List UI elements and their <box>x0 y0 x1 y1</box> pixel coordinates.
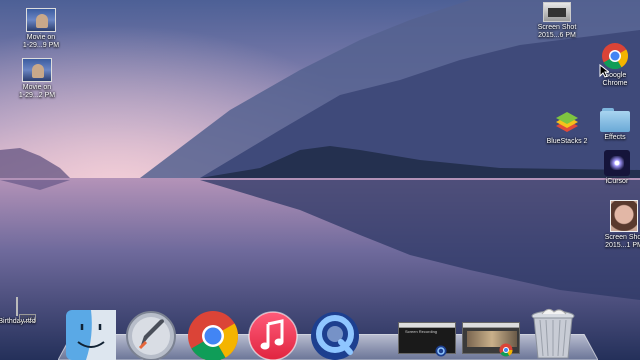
rtfd-badge: RTFD <box>19 314 37 322</box>
chrome-icon <box>188 311 238 360</box>
desktop-icon-movie-1[interactable]: Movie on 1-29...9 PM <box>6 8 76 50</box>
desktop-icon-label: Screen Shot 2015...1 PM <box>604 234 640 249</box>
icursor-app-icon <box>604 150 630 176</box>
desktop-icon-movie-2[interactable]: Movie on 1-29...2 PM <box>2 58 72 100</box>
itunes-music-note-icon <box>248 311 298 360</box>
quicktime-icon <box>311 312 359 360</box>
dock-itunes[interactable] <box>246 306 300 360</box>
trash-icon <box>531 308 575 359</box>
desktop-icon-label: Movie on 1-29...2 PM <box>18 84 56 99</box>
desktop-icon-label: Movie on 1-29...9 PM <box>22 34 60 49</box>
desktop-icon-label: Screen Shot 2015...6 PM <box>537 24 577 39</box>
folder-icon <box>600 108 630 132</box>
window-titlebar <box>399 323 455 328</box>
quicktime-badge-icon <box>435 345 447 357</box>
screenshot-file-icon <box>543 2 571 22</box>
dock-quicktime[interactable] <box>308 306 362 360</box>
desktop-icon-screenshot-2[interactable]: Screen Shot 2015...1 PM <box>589 200 640 250</box>
desktop-icon-google-chrome[interactable]: Google Chrome <box>580 42 640 88</box>
finder-icon <box>66 310 116 360</box>
desktop-icon-label: Effects <box>604 134 626 141</box>
desktop-icon-birthday-rtfd[interactable]: RTFD Birthday.rtfd <box>0 297 52 326</box>
dock-trash[interactable] <box>526 306 580 360</box>
bluestacks-icon <box>556 112 578 132</box>
desktop-icon-label: Google Chrome <box>602 72 628 87</box>
dock-google-chrome[interactable] <box>186 306 240 360</box>
launchpad-rocket-icon <box>126 311 176 360</box>
dock-screen-recording-window[interactable]: Screen Recording <box>398 322 456 357</box>
movie-file-icon <box>22 58 52 82</box>
movie-file-icon <box>26 8 56 32</box>
chrome-badge-icon <box>499 343 513 357</box>
dock-launchpad[interactable] <box>124 306 178 360</box>
desktop-icon-screenshot-1[interactable]: Screen Shot 2015...6 PM <box>522 2 592 40</box>
window-titlebar <box>463 323 519 328</box>
desktop-icon-effects-folder[interactable]: Effects <box>580 108 640 142</box>
window-title: Screen Recording <box>405 329 438 334</box>
mouse-pointer-icon <box>599 64 609 78</box>
desktop-icon-icursor[interactable]: iCursor <box>582 150 640 186</box>
dock-chrome-window[interactable] <box>462 322 520 357</box>
screenshot-file-icon <box>610 200 638 232</box>
rtfd-document-icon: RTFD <box>16 297 37 322</box>
dock-finder[interactable] <box>64 306 118 360</box>
desktop-icon-label: iCursor <box>605 178 629 185</box>
